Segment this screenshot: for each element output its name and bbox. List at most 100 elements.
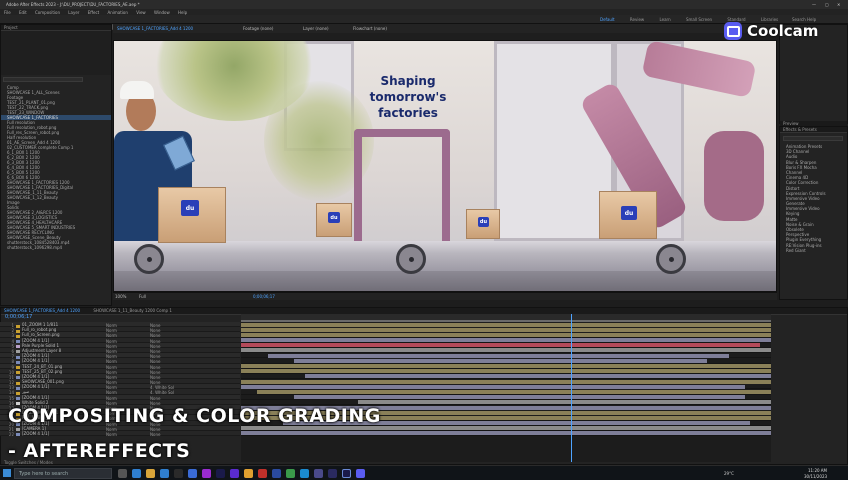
layer-duration-bar[interactable] xyxy=(294,395,745,400)
effects-list: Animation Presets 3D Channel Audio Blur & S… xyxy=(780,144,848,253)
layer-tracks xyxy=(241,322,771,462)
layer-number: 22 xyxy=(8,431,14,437)
layer-duration-bar[interactable] xyxy=(241,332,771,337)
viewer-timecode[interactable]: 0;00;06;17 xyxy=(253,294,275,299)
du-logo: du xyxy=(478,217,489,227)
store-icon[interactable] xyxy=(160,469,169,478)
layer-duration-bar[interactable] xyxy=(241,338,771,343)
current-time-indicator[interactable] xyxy=(571,314,572,462)
layer-duration-bar[interactable] xyxy=(256,389,771,394)
app-icon[interactable] xyxy=(314,469,323,478)
weather-temperature[interactable]: 29°C xyxy=(724,471,734,476)
clock-time[interactable]: 11:20 AM xyxy=(808,468,827,473)
project-item[interactable]: shutterstock_1096298.mp4 xyxy=(1,245,111,250)
timeline-tab-secondary[interactable]: SHOWCASE 1_11_Beauty 1200 Comp 1 xyxy=(93,308,172,313)
conveyor-base xyxy=(114,271,776,291)
edge-browser-icon[interactable] xyxy=(132,469,141,478)
photoshop-icon[interactable] xyxy=(272,469,281,478)
layer-duration-bar[interactable] xyxy=(267,353,729,358)
layer-duration-bar[interactable] xyxy=(304,374,771,379)
layer-mode-dropdown[interactable]: Norm xyxy=(106,432,124,437)
conveyor-wheel xyxy=(656,244,686,274)
cardboard-box: du xyxy=(466,209,500,239)
effects-presets-panel: Effects & Presets Animation Presets 3D Ch… xyxy=(779,126,848,300)
workspace-learn[interactable]: Learn xyxy=(659,17,670,22)
minimize-button[interactable]: — xyxy=(812,2,816,7)
effects-tab[interactable]: Effects & Presets xyxy=(780,127,847,133)
video-headline: Shaping tomorrow's factories xyxy=(338,73,478,121)
coolcam-watermark: Coolcam xyxy=(724,20,818,42)
tab-layer[interactable]: Layer (none) xyxy=(303,26,329,31)
acrobat-icon[interactable] xyxy=(258,469,267,478)
task-view-icon[interactable] xyxy=(118,469,127,478)
coolcam-app-icon[interactable] xyxy=(356,469,365,478)
layer-duration-bar[interactable] xyxy=(241,322,771,327)
layer-duration-bar[interactable] xyxy=(357,400,771,405)
tab-footage[interactable]: Footage (none) xyxy=(243,26,273,31)
coolcam-logo-icon xyxy=(724,22,742,40)
worker-helmet xyxy=(120,81,154,99)
window-pane xyxy=(494,41,614,241)
timeline-layer-row[interactable]: 22 [ZOOM 4 1/1] Norm None xyxy=(0,430,240,437)
layer-duration-bar[interactable] xyxy=(241,369,771,374)
conveyor-wheel xyxy=(134,244,164,274)
timeline-current-time[interactable]: 0;00;06;17 xyxy=(5,315,32,320)
tab-composition-active[interactable]: SHOWCASE 1_FACTORIES_Add 4 1200 xyxy=(117,26,193,31)
close-button[interactable]: ✕ xyxy=(837,2,840,7)
layer-duration-bar[interactable] xyxy=(241,364,771,368)
workspace-review[interactable]: Review xyxy=(630,17,644,22)
caption-subtitle: - AFTEREFFECTS xyxy=(8,440,191,462)
clock-date[interactable]: 30/11/2023 xyxy=(804,474,827,479)
app-icon[interactable] xyxy=(174,469,183,478)
headline-line-1: Shaping xyxy=(380,74,436,88)
layer-label-color[interactable] xyxy=(16,433,20,437)
layer-duration-bar[interactable] xyxy=(241,327,771,332)
file-explorer-icon[interactable] xyxy=(146,469,155,478)
workspace-default[interactable]: Default xyxy=(600,17,615,22)
effects-search-input[interactable] xyxy=(783,136,843,141)
after-effects-icon[interactable] xyxy=(216,469,225,478)
composition-breadcrumb xyxy=(113,33,777,40)
layer-duration-bar[interactable] xyxy=(241,379,771,384)
conveyor-wheel xyxy=(396,244,426,274)
mail-icon[interactable] xyxy=(188,469,197,478)
zoom-dropdown[interactable]: 100% xyxy=(115,294,126,299)
illustrator-icon[interactable] xyxy=(244,469,253,478)
effect-category-item[interactable]: Red Giant xyxy=(780,248,848,253)
tab-flowchart[interactable]: Flowchart (none) xyxy=(353,26,387,31)
caption-title: COMPOSITING & COLOR GRADING xyxy=(8,405,381,427)
layer-duration-bar[interactable] xyxy=(294,358,708,363)
cardboard-box: du xyxy=(599,191,657,239)
cardboard-box: du xyxy=(316,203,352,237)
layer-duration-bar[interactable] xyxy=(241,343,761,348)
layer-duration-bar[interactable] xyxy=(241,384,745,389)
premiere-icon[interactable] xyxy=(230,469,239,478)
app-icon[interactable] xyxy=(286,469,295,478)
taskbar-search-input[interactable]: Type here to search xyxy=(14,468,112,479)
flower-robot-base xyxy=(704,131,764,221)
maximize-button[interactable]: ▢ xyxy=(825,2,829,7)
resolution-dropdown[interactable]: Full xyxy=(139,294,146,299)
timeline-tab-active[interactable]: SHOWCASE 1_FACTORIES_Add 4 1200 xyxy=(4,308,80,313)
title-bar: Adobe After Effects 2023 - J:\DU_PROJECT… xyxy=(0,0,848,9)
window-title: Adobe After Effects 2023 - J:\DU_PROJECT… xyxy=(6,2,140,7)
layer-track xyxy=(241,431,771,437)
layer-duration-bar[interactable] xyxy=(241,431,771,436)
du-logo: du xyxy=(328,212,340,223)
app-icon[interactable] xyxy=(300,469,309,478)
project-panel: Project Comp SHOWCASE 1_ALL_Scenes Footage… xyxy=(0,24,112,306)
cardboard-box: du xyxy=(158,187,226,243)
adobe-app-icon[interactable] xyxy=(202,469,211,478)
app-icon[interactable] xyxy=(328,469,337,478)
windows-taskbar: Type here to search 29°C 11:20 AM 30/11/… xyxy=(0,465,848,480)
composition-tab-bar: SHOWCASE 1_FACTORIES_Add 4 1200 Footage … xyxy=(113,24,777,40)
layer-name[interactable]: [ZOOM 4 1/1] xyxy=(22,431,82,436)
composition-viewer[interactable]: Shaping tomorrow's factories du du du du xyxy=(113,40,777,292)
layer-duration-bar[interactable] xyxy=(241,348,771,353)
workspace-small-screen[interactable]: Small Screen xyxy=(686,17,712,22)
windows-start-icon[interactable] xyxy=(3,469,11,477)
after-effects-active-icon[interactable] xyxy=(342,469,351,478)
tools-bar: Default Review Learn Small Screen Standa… xyxy=(0,15,848,30)
project-search-input[interactable] xyxy=(3,77,83,82)
layer-parent-dropdown[interactable]: None xyxy=(150,432,160,437)
